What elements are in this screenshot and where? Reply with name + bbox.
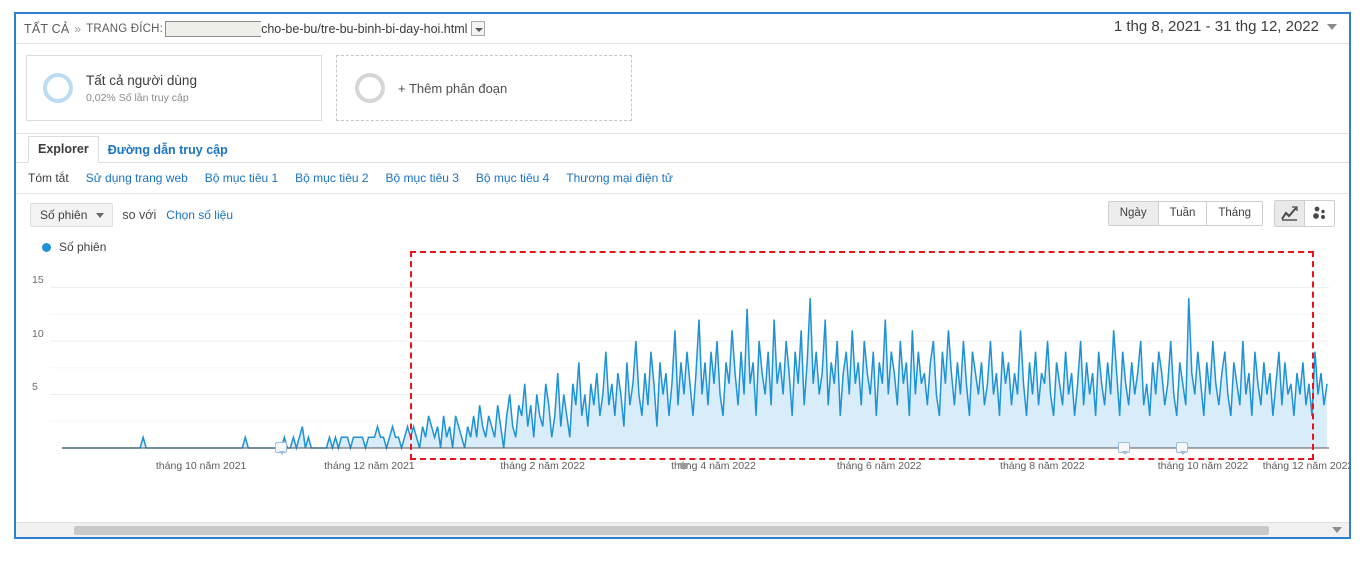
- chart-controls-row: Số phiên so với Chọn số liệu Ngày Tuần T…: [16, 194, 1349, 236]
- subnav-item-goal-set-1[interactable]: Bộ mục tiêu 1: [205, 171, 278, 185]
- add-segment-button[interactable]: + Thêm phân đoạn: [336, 55, 632, 121]
- chart-legend: Số phiên: [28, 236, 1337, 260]
- breadcrumb-separator-icon: »: [74, 21, 82, 36]
- segment-donut-icon: [43, 73, 73, 103]
- add-segment-donut-icon: [355, 73, 385, 103]
- analytics-report-frame: TẤT CẢ » TRANG ĐÍCH: cho-be-bu/tre-bu-bi…: [14, 12, 1351, 539]
- y-axis-tick-label: 10: [32, 327, 44, 340]
- scrollbar-thumb[interactable]: [74, 525, 1269, 535]
- motion-chart-icon[interactable]: [1304, 200, 1335, 227]
- legend-color-dot: [42, 242, 51, 252]
- redacted-value-field[interactable]: [165, 20, 262, 37]
- select-metric-link[interactable]: Chọn số liệu: [166, 208, 233, 222]
- dimension-label: TRANG ĐÍCH:: [86, 22, 164, 35]
- x-axis-tick-label: tháng 6 năm 2022: [836, 460, 922, 472]
- granularity-week-button[interactable]: Tuần: [1157, 201, 1208, 226]
- chart-expand-caret-icon[interactable]: [678, 463, 690, 470]
- chart-svg: [50, 286, 1329, 451]
- report-subnav: Tóm tắt Sử dụng trang web Bộ mục tiêu 1 …: [16, 163, 1349, 194]
- segment-title: Tất cả người dùng: [86, 73, 197, 89]
- metric-selected-label: Số phiên: [40, 208, 88, 222]
- granularity-button-group: Ngày Tuần Tháng: [1107, 201, 1263, 226]
- subnav-item-site-usage[interactable]: Sử dụng trang web: [86, 171, 188, 185]
- line-chart-icon[interactable]: [1274, 200, 1305, 227]
- screenshot-root: TẤT CẢ » TRANG ĐÍCH: cho-be-bu/tre-bu-bi…: [0, 0, 1364, 564]
- date-range-label: 1 thg 8, 2021 - 31 thg 12, 2022: [1113, 18, 1319, 35]
- bubble-chart-glyph: [1313, 206, 1325, 219]
- horizontal-scrollbar[interactable]: [16, 522, 1349, 537]
- granularity-day-button[interactable]: Ngày: [1107, 201, 1159, 226]
- granularity-month-button[interactable]: Tháng: [1206, 201, 1263, 226]
- chevron-down-icon[interactable]: [471, 21, 486, 36]
- chart-plot-area[interactable]: 5 10 15 tháng 10 năm 2021 tháng 12 năm 2021…: [28, 251, 1349, 472]
- segment-subtitle: 0,02% Số lần truy cập: [86, 91, 189, 104]
- subnav-item-goal-set-2[interactable]: Bộ mục tiêu 2: [295, 171, 368, 185]
- landing-page-url: cho-be-bu/tre-bu-binh-bi-day-hoi.html: [261, 21, 468, 36]
- chevron-down-icon: [1327, 23, 1337, 30]
- date-range-picker[interactable]: 1 thg 8, 2021 - 31 thg 12, 2022: [1114, 18, 1337, 35]
- x-axis-tick-label: tháng 8 năm 2022: [1000, 460, 1085, 472]
- subnav-item-goal-set-4[interactable]: Bộ mục tiêu 4: [476, 171, 549, 185]
- legend-label: Số phiên: [59, 240, 107, 254]
- breadcrumb-all[interactable]: TẤT CẢ: [24, 22, 69, 36]
- tab-explorer[interactable]: Explorer: [28, 136, 99, 163]
- chart-type-button-group: [1274, 200, 1335, 227]
- subnav-item-ecommerce[interactable]: Thương mại điện tử: [566, 171, 673, 185]
- y-axis-tick-label: 15: [32, 274, 44, 287]
- subnav-item-goal-set-3[interactable]: Bộ mục tiêu 3: [386, 171, 459, 185]
- x-axis-tick-label: tháng 10 năm 2021: [155, 460, 247, 472]
- compare-label: so với: [122, 208, 157, 222]
- annotation-marker-icon[interactable]: [1118, 442, 1130, 455]
- metric-selector[interactable]: Số phiên: [30, 203, 114, 227]
- x-axis-tick-label: tháng 12 năm 2021: [324, 460, 415, 472]
- annotation-marker-icon[interactable]: [1176, 442, 1188, 455]
- line-chart-glyph: [1281, 206, 1298, 221]
- chevron-down-icon: [96, 212, 105, 218]
- x-axis-tick-label: tháng 12 năm 2022: [1262, 460, 1351, 472]
- report-header-bar: TẤT CẢ » TRANG ĐÍCH: cho-be-bu/tre-bu-bi…: [16, 14, 1349, 44]
- subnav-item-summary[interactable]: Tóm tắt: [28, 171, 69, 185]
- y-axis-tick-label: 5: [32, 381, 38, 394]
- timeline-chart: Số phiên 5 10 15 tháng 10 năm 2021 tháng 12…: [28, 236, 1349, 472]
- segment-all-users[interactable]: Tất cả người dùng 0,02% Số lần truy cập: [26, 55, 322, 121]
- report-tabs: Explorer Đường dẫn truy cập: [16, 134, 1349, 163]
- x-axis-tick-label: tháng 2 năm 2022: [500, 460, 586, 472]
- x-axis-tick-label: tháng 10 năm 2022: [1157, 460, 1249, 472]
- annotation-marker-icon[interactable]: [275, 442, 287, 455]
- chevron-down-icon[interactable]: [1332, 527, 1342, 533]
- segment-row: Tất cả người dùng 0,02% Số lần truy cập …: [16, 44, 1349, 134]
- tab-navigation-path[interactable]: Đường dẫn truy cập: [99, 138, 237, 163]
- chart-view-controls: Ngày Tuần Tháng: [1107, 200, 1335, 227]
- add-segment-label: + Thêm phân đoạn: [398, 80, 508, 96]
